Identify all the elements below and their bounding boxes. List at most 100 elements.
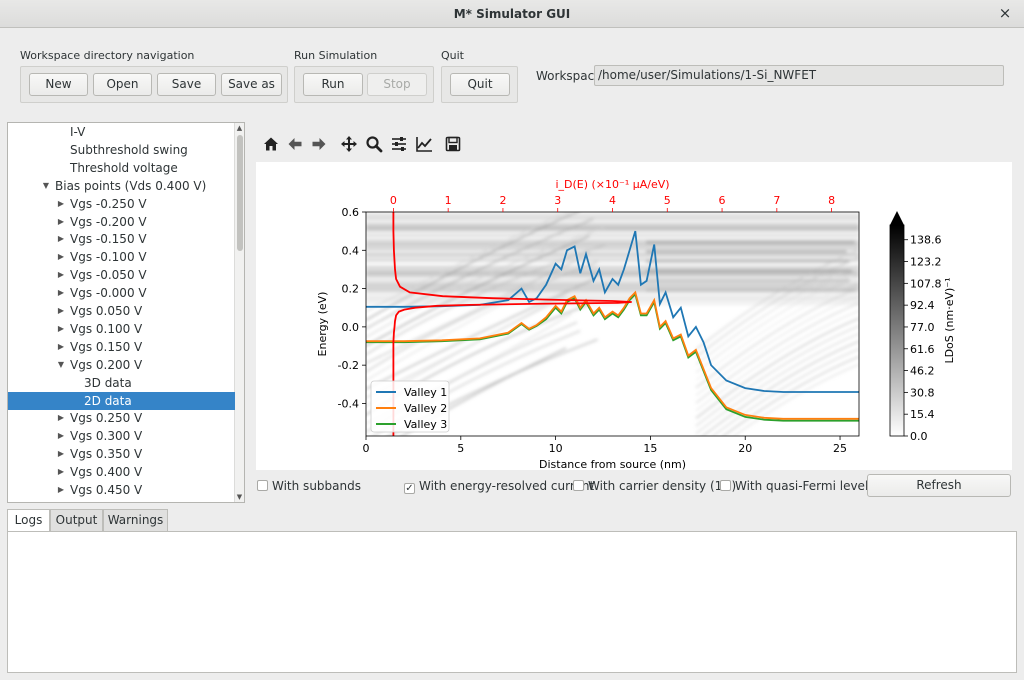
top-x-tick-label: 3: [554, 194, 561, 207]
workspace-path-field[interactable]: /home/user/Simulations/1-Si_NWFET: [594, 65, 1004, 86]
tree-item[interactable]: ▼ Vgs 0.200 V: [8, 356, 235, 374]
colorbar-tick-label: 107.8: [910, 277, 942, 290]
tree-item[interactable]: ▶ Vgs 0.350 V: [8, 445, 235, 463]
edit-axis-icon[interactable]: [415, 135, 433, 153]
scroll-up-icon[interactable]: ▲: [235, 123, 244, 133]
collapsed-arrow-icon[interactable]: ▶: [56, 409, 66, 427]
top-x-axis-label: i_D(E) (×10⁻¹ µA/eV): [555, 178, 669, 191]
run-simulation-label: Run Simulation: [294, 49, 378, 62]
scrollbar-thumb[interactable]: [237, 135, 243, 251]
close-icon[interactable]: ×: [996, 4, 1014, 22]
pan-icon[interactable]: [340, 135, 358, 153]
tree-item-label: Vgs 0.150 V: [70, 339, 143, 354]
colorbar-tick-label: 46.2: [910, 365, 935, 378]
with-quasi-fermi-checkbox[interactable]: With quasi-Fermi level: [720, 479, 868, 493]
tree-item[interactable]: Threshold voltage: [8, 159, 235, 177]
open-button[interactable]: Open: [93, 73, 152, 96]
collapsed-arrow-icon[interactable]: ▶: [56, 445, 66, 463]
collapsed-arrow-icon[interactable]: ▶: [56, 230, 66, 248]
tree-item[interactable]: ▶ Vgs 0.100 V: [8, 320, 235, 338]
collapsed-arrow-icon[interactable]: ▶: [56, 195, 66, 213]
y-axis-label: Energy (eV): [316, 292, 329, 357]
tree-item[interactable]: ▶ Vgs 0.400 V: [8, 463, 235, 481]
refresh-button[interactable]: Refresh: [867, 474, 1011, 497]
collapsed-arrow-icon[interactable]: ▶: [56, 338, 66, 356]
colorbar-tick-label: 92.4: [910, 299, 935, 312]
quit-button[interactable]: Quit: [450, 73, 510, 96]
tree-item[interactable]: ▶ Vgs -0.050 V: [8, 266, 235, 284]
with-carrier-density-checkbox[interactable]: With carrier density (1D): [573, 479, 736, 493]
tree-item[interactable]: ▶ Vgs 0.250 V: [8, 409, 235, 427]
tree-item-label: Vgs 0.400 V: [70, 465, 143, 480]
colorbar: 0.0 15.4 30.8 46.2 61.6 77.0 92.4 107.8 123.2 138…: [889, 211, 956, 443]
back-arrow-icon[interactable]: [286, 135, 304, 153]
expanded-arrow-icon[interactable]: ▼: [41, 177, 51, 195]
checkbox-box[interactable]: [573, 480, 584, 491]
tree-item[interactable]: ▶ Vgs 0.450 V: [8, 481, 235, 499]
tab-warnings[interactable]: Warnings: [103, 509, 168, 531]
legend: Valley 1 Valley 2 Valley 3: [370, 380, 450, 433]
legend-label: Valley 3: [404, 418, 447, 431]
quit-label: Quit: [441, 49, 464, 62]
tree-item[interactable]: 2D data: [8, 391, 235, 410]
legend-label: Valley 1: [404, 386, 447, 399]
stop-button: Stop: [367, 73, 427, 96]
collapsed-arrow-icon[interactable]: ▶: [56, 248, 66, 266]
tree-item[interactable]: ▶ Vgs -0.100 V: [8, 248, 235, 266]
collapsed-arrow-icon[interactable]: ▶: [56, 266, 66, 284]
colorbar-tick-label: 138.6: [910, 234, 942, 247]
save-button[interactable]: Save: [157, 73, 216, 96]
tab-logs[interactable]: Logs: [7, 509, 50, 532]
tree-item[interactable]: ▶ Vgs -0.250 V: [8, 195, 235, 213]
tree-scrollbar[interactable]: ▲ ▼: [234, 123, 244, 502]
tree-item[interactable]: I-V: [8, 123, 235, 141]
tree-item-label: Vgs 0.450 V: [70, 483, 143, 497]
tree-item[interactable]: ▶ Vgs -0.150 V: [8, 230, 235, 248]
tree-item[interactable]: ▶ Vgs -0.200 V: [8, 213, 235, 231]
colorbar-tick-label: 15.4: [910, 408, 935, 421]
subplots-config-icon[interactable]: [390, 135, 408, 153]
tab-output[interactable]: Output: [50, 509, 103, 531]
checkbox-box[interactable]: [720, 480, 731, 491]
tree-item[interactable]: ▼ Bias points (Vds 0.400 V): [8, 177, 235, 195]
tree-item[interactable]: ▶ Vgs 0.150 V: [8, 338, 235, 356]
tree-item-label: Vgs 0.100 V: [70, 321, 143, 336]
colorbar-tick-label: 123.2: [910, 256, 942, 269]
tree-item[interactable]: Subthreshold swing: [8, 141, 235, 159]
collapsed-arrow-icon[interactable]: ▶: [56, 320, 66, 338]
colorbar-tick-label: 0.0: [910, 430, 928, 443]
checkbox-box[interactable]: ✓: [404, 483, 415, 494]
zoom-icon[interactable]: [365, 135, 383, 153]
plot-canvas[interactable]: 0 5 10 15 20 25 -0.4 -0.2 0.0 0.2 0.4 0.6 0 1 2 3 4 5 6 7 8 D…: [256, 162, 1012, 471]
with-subbands-checkbox[interactable]: With subbands: [257, 479, 361, 493]
results-tree[interactable]: ▲ ▼ I-V Subthreshold swing Threshold volta…: [7, 122, 245, 503]
collapsed-arrow-icon[interactable]: ▶: [56, 284, 66, 302]
x-tick-label: 10: [549, 442, 563, 455]
scroll-down-icon[interactable]: ▼: [235, 492, 244, 502]
new-button[interactable]: New: [29, 73, 88, 96]
collapsed-arrow-icon[interactable]: ▶: [56, 213, 66, 231]
tree-item[interactable]: 3D data: [8, 374, 235, 392]
tree-item[interactable]: ▶ Vgs 0.300 V: [8, 427, 235, 445]
y-tick-label: 0.6: [342, 206, 360, 219]
x-tick-label: 20: [738, 442, 752, 455]
save-as-button[interactable]: Save as: [221, 73, 282, 96]
tree-item[interactable]: ▶ Vgs 0.050 V: [8, 302, 235, 320]
y-tick-label: 0.0: [342, 321, 360, 334]
expanded-arrow-icon[interactable]: ▼: [56, 356, 66, 374]
tree-item-label: Vgs 0.350 V: [70, 447, 143, 462]
collapsed-arrow-icon[interactable]: ▶: [56, 302, 66, 320]
log-output-area[interactable]: [7, 531, 1017, 673]
tree-item[interactable]: ▶ Vgs -0.000 V: [8, 284, 235, 302]
colorbar-tick-label: 61.6: [910, 343, 935, 356]
collapsed-arrow-icon[interactable]: ▶: [56, 481, 66, 499]
collapsed-arrow-icon[interactable]: ▶: [56, 427, 66, 445]
forward-arrow-icon[interactable]: [310, 135, 328, 153]
home-icon[interactable]: [262, 135, 280, 153]
run-button[interactable]: Run: [303, 73, 363, 96]
save-figure-icon[interactable]: [444, 135, 462, 153]
with-energy-current-checkbox[interactable]: ✓ With energy-resolved current: [404, 479, 594, 494]
checkbox-box[interactable]: [257, 480, 268, 491]
x-tick-label: 25: [833, 442, 847, 455]
collapsed-arrow-icon[interactable]: ▶: [56, 463, 66, 481]
